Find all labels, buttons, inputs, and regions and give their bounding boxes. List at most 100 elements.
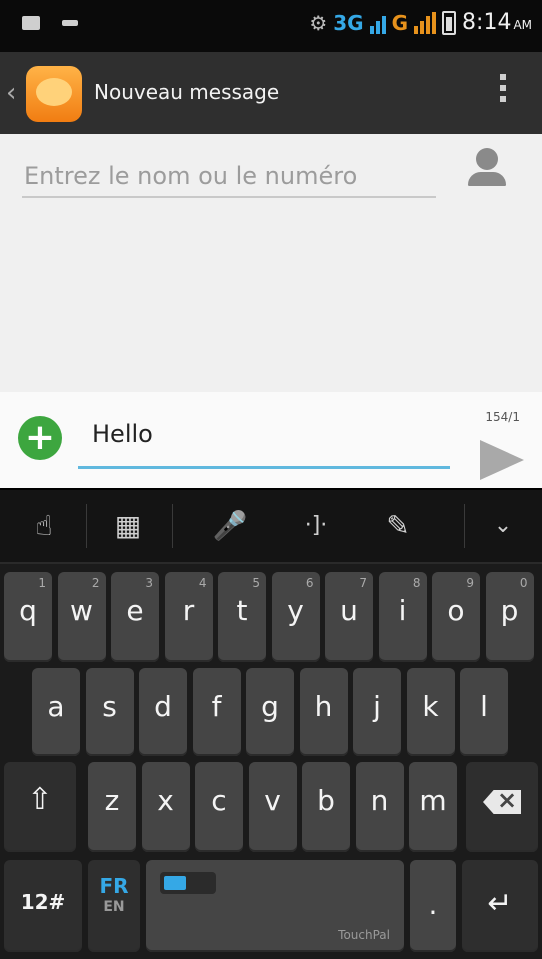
key-q[interactable]: q1: [4, 572, 52, 662]
key-k[interactable]: k: [406, 668, 455, 756]
key-u[interactable]: u7: [325, 572, 373, 662]
send-icon[interactable]: [480, 440, 524, 480]
key-hint: 4: [198, 576, 207, 590]
recipient-underline: [22, 196, 436, 198]
language-labels: FR EN: [88, 876, 140, 914]
key-label: w: [70, 594, 93, 627]
key-n[interactable]: n: [355, 762, 404, 852]
key-label: d: [154, 690, 172, 723]
key-label: e: [126, 594, 144, 627]
status-bar: ⚙ 3G G 8:14 AM: [0, 0, 542, 52]
key-j[interactable]: j: [353, 668, 401, 756]
key-z[interactable]: z: [88, 762, 136, 852]
period-key[interactable]: .: [410, 860, 456, 952]
key-g[interactable]: g: [246, 668, 294, 756]
key-y[interactable]: y6: [271, 572, 320, 662]
overflow-menu-icon[interactable]: [500, 74, 506, 107]
key-label: l: [480, 690, 488, 723]
key-r[interactable]: r4: [164, 572, 213, 662]
key-hint: 6: [305, 576, 314, 590]
key-a[interactable]: a: [32, 668, 80, 756]
key-i[interactable]: i8: [378, 572, 427, 662]
key-label: z: [104, 784, 120, 817]
keyboard-toolbar: ☝ ▦ 🎤 ·]· ✎ ⌄: [0, 490, 542, 564]
network-3g-label: 3G: [333, 10, 364, 35]
screenshot-icon: [22, 16, 40, 30]
key-label: x: [157, 784, 174, 817]
key-e[interactable]: e3: [111, 572, 159, 662]
notification-icons: [22, 16, 78, 30]
key-label: s: [102, 690, 117, 723]
key-label: q: [19, 594, 37, 627]
cursor-move-icon[interactable]: ·]·: [284, 490, 348, 562]
character-counter: 154/1: [485, 410, 520, 424]
enter-arrow-icon: ↵: [487, 886, 513, 921]
shift-arrow-icon: ⇧: [27, 782, 53, 817]
key-hint: 0: [519, 576, 528, 590]
key-c[interactable]: c: [195, 762, 243, 852]
action-bar: ‹ Nouveau message: [0, 52, 542, 134]
space-toggle-icon: [160, 872, 216, 894]
key-h[interactable]: h: [299, 668, 348, 756]
usb-debug-icon: ⚙: [309, 10, 328, 35]
recipient-input[interactable]: [24, 156, 434, 196]
key-label: n: [370, 784, 389, 817]
key-hint: 8: [412, 576, 421, 590]
soft-keyboard: ☝ ▦ 🎤 ·]· ✎ ⌄ q1w2e3r4t5y6u7i8o9p0 asdfg…: [0, 490, 542, 959]
system-indicators: ⚙ 3G G 8:14 AM: [309, 10, 532, 35]
shift-key[interactable]: ⇧: [4, 762, 76, 852]
language-secondary: EN: [103, 899, 125, 915]
key-m[interactable]: m: [409, 762, 457, 852]
key-hint: 5: [252, 576, 260, 590]
key-label: a: [47, 690, 65, 723]
microphone-icon[interactable]: 🎤: [198, 490, 262, 562]
message-input[interactable]: [92, 414, 448, 454]
key-d[interactable]: d: [139, 668, 187, 756]
clock-ampm: AM: [513, 18, 532, 32]
symbols-key[interactable]: 12#: [4, 860, 82, 952]
key-label: f: [211, 690, 222, 723]
messaging-app-icon[interactable]: [26, 66, 82, 122]
gesture-icon[interactable]: ☝: [14, 490, 74, 562]
key-t[interactable]: t5: [218, 572, 266, 662]
text-edit-icon[interactable]: ✎: [366, 490, 430, 562]
add-attachment-icon[interactable]: +: [18, 416, 62, 460]
key-x[interactable]: x: [141, 762, 190, 852]
key-f[interactable]: f: [192, 668, 241, 756]
enter-key[interactable]: ↵: [462, 860, 538, 952]
key-label: r: [182, 594, 195, 627]
key-hint: 3: [145, 576, 153, 590]
backspace-key[interactable]: [466, 762, 538, 852]
key-label: c: [211, 784, 227, 817]
key-v[interactable]: v: [248, 762, 297, 852]
backspace-icon: [483, 790, 521, 814]
message-underline: [78, 466, 450, 469]
key-label: p: [500, 594, 519, 627]
key-l[interactable]: l: [460, 668, 508, 756]
signal-3g-icon: [369, 12, 386, 34]
key-hint: 2: [91, 576, 100, 590]
keyboard-layout-icon[interactable]: ▦: [96, 490, 160, 562]
usb-icon: [62, 20, 78, 26]
key-label: h: [314, 690, 333, 723]
recipient-area: [0, 134, 542, 392]
key-s[interactable]: s: [85, 668, 134, 756]
back-chevron-icon[interactable]: ‹: [6, 78, 16, 108]
language-switch-key[interactable]: FR EN: [88, 860, 140, 952]
add-contact-icon[interactable]: [466, 148, 512, 194]
key-b[interactable]: b: [302, 762, 350, 852]
key-p[interactable]: p0: [485, 572, 534, 662]
key-o[interactable]: o9: [432, 572, 480, 662]
signal-g-icon: [414, 11, 437, 34]
key-label: u: [340, 594, 358, 627]
key-label: m: [419, 784, 447, 817]
key-hint: 7: [359, 576, 367, 590]
clock-time: 8:14: [462, 10, 512, 35]
space-key[interactable]: TouchPal: [146, 860, 404, 952]
key-label: k: [422, 690, 439, 723]
key-label: o: [447, 594, 465, 627]
hide-keyboard-chevron-icon[interactable]: ⌄: [470, 490, 536, 562]
key-w[interactable]: w2: [57, 572, 106, 662]
network-g-label: G: [391, 10, 409, 35]
key-label: i: [398, 594, 407, 627]
